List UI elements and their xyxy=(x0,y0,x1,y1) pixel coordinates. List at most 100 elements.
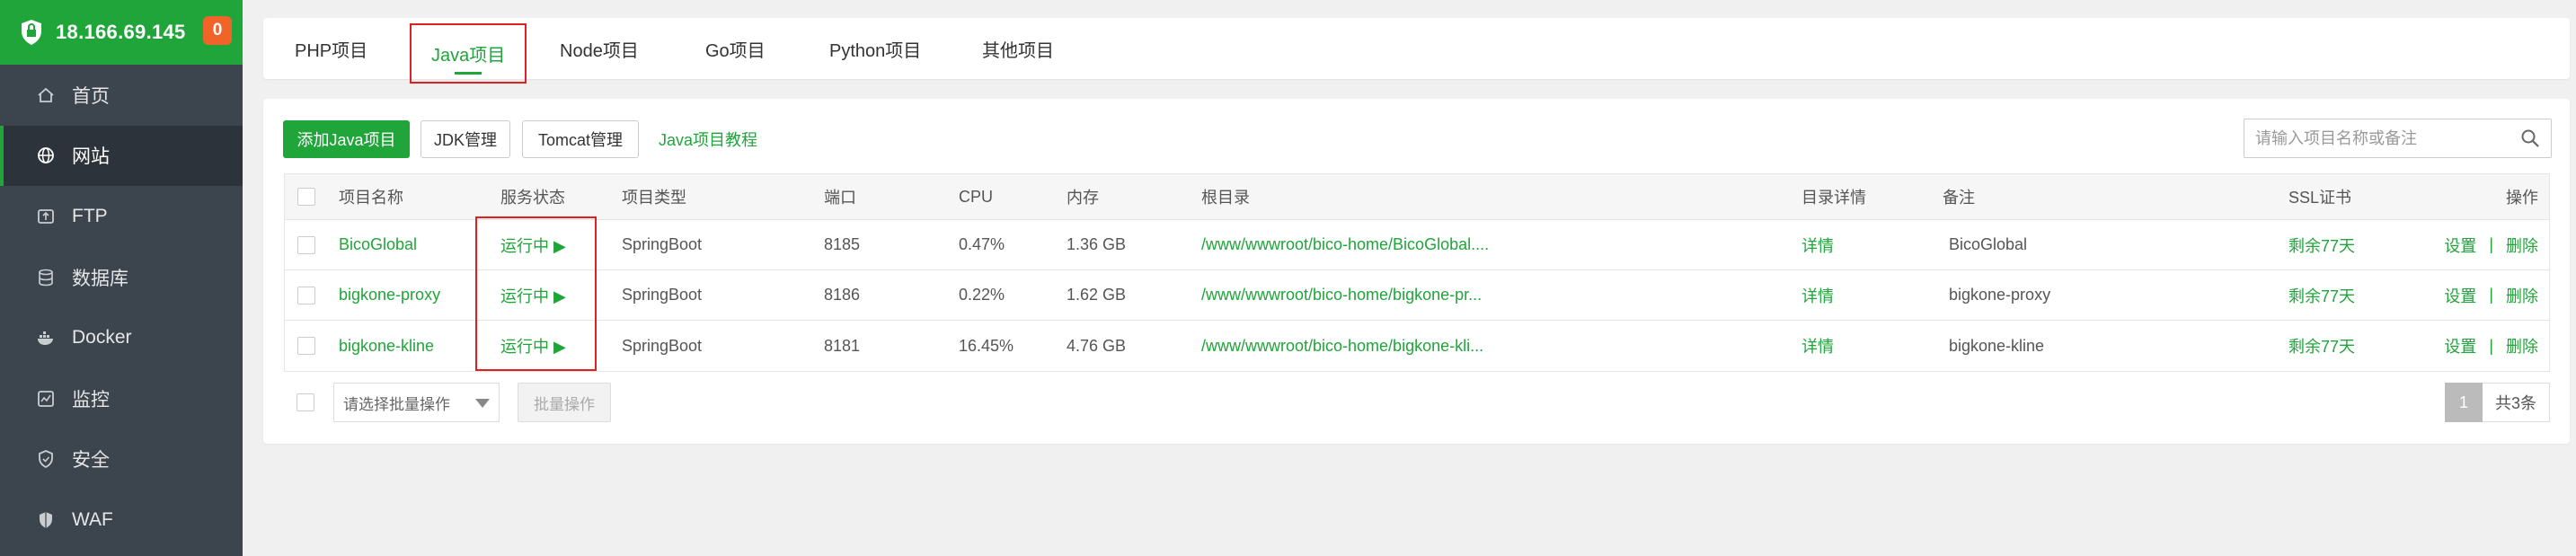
batch-select-label: 请选择批量操作 xyxy=(343,395,450,413)
batch-operation-button[interactable]: 批量操作 xyxy=(518,383,611,422)
sidebar-item-docker[interactable]: Docker xyxy=(0,307,243,368)
mem-usage: 1.62 GB xyxy=(1067,286,1127,304)
project-search xyxy=(2244,119,2552,158)
server-ip: 18.166.69.145 xyxy=(56,21,186,43)
sidebar-item-security[interactable]: 安全 xyxy=(0,429,243,490)
remark[interactable]: BicoGlobal xyxy=(1949,220,2027,269)
active-tab-underline xyxy=(455,72,482,75)
total-count: 共3条 xyxy=(2482,383,2550,422)
tab-label: 其他项目 xyxy=(982,40,1054,61)
pagination: 1 共3条 xyxy=(2444,383,2550,422)
tab-php[interactable]: PHP项目 xyxy=(295,18,367,79)
settings-link[interactable]: 设置 xyxy=(2444,334,2476,357)
table-row: BicoGlobal 运行中 ▶ SpringBoot 8185 0.47% 1… xyxy=(285,220,2549,270)
globe-icon xyxy=(36,146,56,165)
col-mem: 内存 xyxy=(1067,189,1099,207)
cpu-usage: 0.47% xyxy=(959,235,1005,253)
tab-label: PHP项目 xyxy=(295,40,368,61)
table-header: 项目名称 服务状态 项目类型 端口 CPU 内存 根目录 目录详情 备注 SSL… xyxy=(285,174,2549,220)
ops-separator: | xyxy=(2489,235,2493,253)
project-name-link[interactable]: bigkone-kline xyxy=(339,321,434,371)
col-type: 项目类型 xyxy=(622,189,686,207)
col-root: 根目录 xyxy=(1201,189,1250,207)
cpu-usage: 16.45% xyxy=(959,336,1014,355)
root-dir-link[interactable]: /www/wwwroot/bico-home/bigkone-kli... xyxy=(1201,321,1483,371)
project-type: SpringBoot xyxy=(622,336,703,355)
java-tutorial-link[interactable]: Java项目教程 xyxy=(650,120,766,158)
page-number-current[interactable]: 1 xyxy=(2444,383,2483,422)
row-checkbox[interactable] xyxy=(297,286,315,304)
add-java-project-button[interactable]: 添加Java项目 xyxy=(283,120,410,158)
status-running-toggle[interactable]: 运行中 ▶ xyxy=(500,321,566,371)
search-input[interactable] xyxy=(2244,128,2505,148)
port: 8181 xyxy=(824,336,861,355)
tab-label: Node项目 xyxy=(560,40,639,61)
ops-separator: | xyxy=(2489,286,2493,304)
detail-link[interactable]: 详情 xyxy=(1801,220,1834,269)
sidebar-item-label: Docker xyxy=(72,327,132,349)
sidebar-item-label: 安全 xyxy=(72,450,110,472)
settings-link[interactable]: 设置 xyxy=(2444,284,2476,307)
search-icon[interactable] xyxy=(2520,128,2540,148)
status-running-toggle[interactable]: 运行中 ▶ xyxy=(500,270,566,320)
chevron-down-icon xyxy=(475,399,490,408)
ssl-link[interactable]: 剩余77天 xyxy=(2288,270,2355,320)
table-row: bigkone-kline 运行中 ▶ SpringBoot 8181 16.4… xyxy=(285,321,2549,371)
col-remark: 备注 xyxy=(1943,189,1975,207)
sidebar-item-label: 数据库 xyxy=(72,268,128,289)
port: 8185 xyxy=(824,235,861,253)
mem-usage: 1.36 GB xyxy=(1067,235,1127,253)
ssl-link[interactable]: 剩余77天 xyxy=(2288,321,2355,371)
col-status[interactable]: 服务状态 xyxy=(500,174,565,219)
select-all-checkbox[interactable] xyxy=(297,188,315,206)
sidebar-item-database[interactable]: 数据库 xyxy=(0,247,243,308)
status-running-toggle[interactable]: 运行中 ▶ xyxy=(500,220,566,269)
remark[interactable]: bigkone-proxy xyxy=(1949,270,2050,320)
jdk-manage-button[interactable]: JDK管理 xyxy=(420,120,510,158)
sidebar: 18.166.69.145 0 首页 网站 FTP 数据库 Docker 监控 … xyxy=(0,0,243,556)
ssl-link[interactable]: 剩余77天 xyxy=(2288,220,2355,269)
sidebar-item-monitor[interactable]: 监控 xyxy=(0,368,243,429)
delete-link[interactable]: 删除 xyxy=(2506,234,2538,257)
server-shield-icon xyxy=(20,19,43,46)
ops-separator: | xyxy=(2489,336,2493,355)
port: 8186 xyxy=(824,286,861,304)
row-checkbox[interactable] xyxy=(297,235,315,254)
server-header[interactable]: 18.166.69.145 0 xyxy=(0,0,243,65)
mem-usage: 4.76 GB xyxy=(1067,336,1127,355)
col-cpu: CPU xyxy=(959,187,994,206)
project-name-link[interactable]: BicoGlobal xyxy=(339,220,417,269)
sidebar-item-ftp[interactable]: FTP xyxy=(0,186,243,247)
ftp-icon xyxy=(36,207,56,226)
tab-label: Go项目 xyxy=(705,40,766,61)
notification-badge[interactable]: 0 xyxy=(203,16,232,45)
sidebar-item-label: WAF xyxy=(72,508,113,530)
settings-link[interactable]: 设置 xyxy=(2444,234,2476,257)
root-dir-link[interactable]: /www/wwwroot/bico-home/bigkone-pr... xyxy=(1201,270,1482,320)
sidebar-item-waf[interactable]: WAF xyxy=(0,490,243,551)
root-dir-link[interactable]: /www/wwwroot/bico-home/BicoGlobal.... xyxy=(1201,220,1489,269)
tab-go[interactable]: Go项目 xyxy=(705,18,766,79)
row-checkbox[interactable] xyxy=(297,337,315,355)
remark[interactable]: bigkone-kline xyxy=(1949,321,2044,371)
footer-select-all-checkbox[interactable] xyxy=(297,393,314,411)
tab-node[interactable]: Node项目 xyxy=(560,18,639,79)
sidebar-item-website[interactable]: 网站 xyxy=(0,125,243,187)
database-icon xyxy=(36,268,56,287)
docker-icon xyxy=(36,328,56,348)
col-ops: 操作 xyxy=(2506,189,2538,207)
tomcat-manage-button[interactable]: Tomcat管理 xyxy=(522,120,639,158)
delete-link[interactable]: 删除 xyxy=(2506,334,2538,357)
detail-link[interactable]: 详情 xyxy=(1801,321,1834,371)
sidebar-item-home[interactable]: 首页 xyxy=(0,65,243,126)
project-panel: 添加Java项目 JDK管理 Tomcat管理 Java项目教程 项目名称 服务… xyxy=(263,99,2570,444)
detail-link[interactable]: 详情 xyxy=(1801,270,1834,320)
delete-link[interactable]: 删除 xyxy=(2506,284,2538,307)
col-name[interactable]: 项目名称 xyxy=(339,174,403,219)
tab-java[interactable]: Java项目 xyxy=(410,23,527,84)
project-name-link[interactable]: bigkone-proxy xyxy=(339,270,440,320)
tab-other[interactable]: 其他项目 xyxy=(982,18,1054,79)
tab-python[interactable]: Python项目 xyxy=(829,18,921,79)
sidebar-item-label: 首页 xyxy=(72,85,110,107)
batch-operation-select[interactable]: 请选择批量操作 xyxy=(333,383,500,422)
